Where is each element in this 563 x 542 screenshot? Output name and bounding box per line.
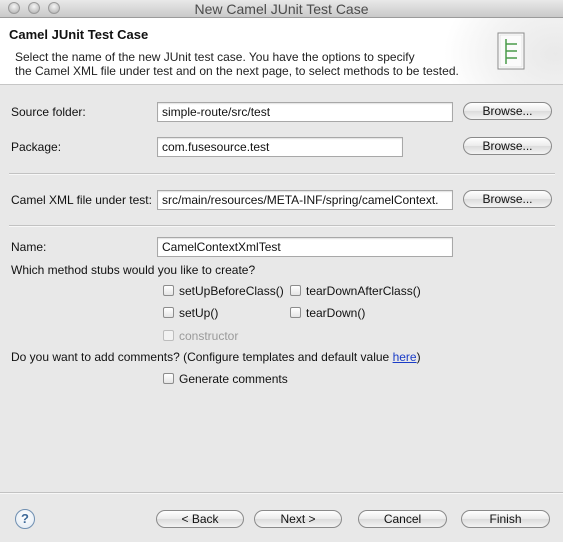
generate-comments-label: Generate comments (179, 372, 288, 386)
constructor-label: constructor (179, 329, 239, 343)
wizard-description: Select the name of the new JUnit test ca… (15, 50, 475, 78)
setup-label: setUp() (179, 306, 219, 320)
camel-xml-browse-button[interactable]: Browse... (463, 190, 552, 208)
wizard-description-line-1: Select the name of the new JUnit test ca… (15, 50, 415, 64)
wizard-title: Camel JUnit Test Case (9, 27, 149, 42)
comments-question: Do you want to add comments? (Configure … (11, 350, 421, 364)
next-button[interactable]: Next > (254, 510, 342, 528)
name-label: Name: (11, 240, 47, 254)
wizard-description-line-2: the Camel XML file under test and on the… (15, 64, 459, 78)
help-icon[interactable]: ? (15, 509, 35, 529)
package-label: Package: (11, 140, 62, 154)
teardown-after-class-label: tearDownAfterClass() (306, 284, 421, 298)
window-title-bar: New Camel JUnit Test Case (0, 0, 563, 18)
junit-wizard-icon (497, 32, 525, 70)
separator-highlight (9, 174, 555, 175)
name-field[interactable]: CamelContextXmlTest (157, 237, 453, 257)
source-folder-field[interactable]: simple-route/src/test (157, 102, 453, 122)
separator-highlight (9, 226, 555, 227)
teardown-checkbox[interactable] (290, 307, 301, 318)
comments-question-suffix: ) (416, 350, 421, 364)
setup-before-class-label: setUpBeforeClass() (179, 284, 284, 298)
generate-comments-checkbox[interactable] (163, 373, 174, 384)
cancel-button[interactable]: Cancel (358, 510, 447, 528)
setup-before-class-checkbox[interactable] (163, 285, 174, 296)
method-stubs-question: Which method stubs would you like to cre… (11, 263, 256, 277)
source-folder-browse-button[interactable]: Browse... (463, 102, 552, 120)
camel-xml-label: Camel XML file under test: (11, 193, 152, 207)
comments-question-text: Do you want to add comments? (Configure … (11, 350, 393, 364)
teardown-label: tearDown() (306, 306, 366, 320)
package-field[interactable]: com.fusesource.test (157, 137, 403, 157)
wizard-header: Camel JUnit Test Case Select the name of… (0, 18, 563, 85)
setup-checkbox[interactable] (163, 307, 174, 318)
teardown-after-class-checkbox[interactable] (290, 285, 301, 296)
package-browse-button[interactable]: Browse... (463, 137, 552, 155)
constructor-checkbox (163, 330, 174, 341)
window-title: New Camel JUnit Test Case (194, 1, 369, 17)
camel-xml-field[interactable]: src/main/resources/META-INF/spring/camel… (157, 190, 453, 210)
footer-separator-highlight (0, 493, 563, 494)
source-folder-label: Source folder: (11, 105, 86, 119)
back-button[interactable]: < Back (156, 510, 244, 528)
configure-templates-link[interactable]: here (393, 350, 417, 364)
finish-button[interactable]: Finish (461, 510, 550, 528)
